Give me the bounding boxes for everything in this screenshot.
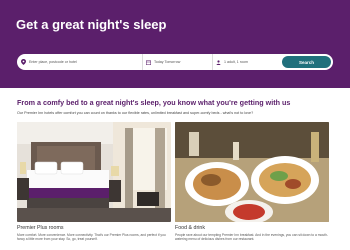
section-intro: Our Premier Inn hotels offer comfort you… [17, 111, 254, 115]
hero-banner: Get a great night's sleep Enter place, p… [0, 0, 350, 88]
search-button[interactable]: Search [282, 56, 331, 68]
bedroom-image [17, 122, 171, 222]
card-premier-plus[interactable]: Premier Plus rooms More comfort. More co… [17, 122, 171, 242]
food-image [175, 122, 329, 222]
hero-title: Get a great night's sleep [16, 17, 167, 32]
card-title[interactable]: Food & drink [175, 225, 329, 231]
dates-value: Today Tomorrow [154, 60, 181, 64]
search-bar: Enter place, postcode or hotel Today Tom… [17, 54, 333, 70]
rooms-value: 1 adult, 1 room [224, 60, 248, 64]
calendar-icon [146, 60, 151, 65]
card-food-drink[interactable]: Food & drink People rave about our tempt… [175, 122, 329, 242]
card-description: People rave about our tempting Premier I… [175, 233, 329, 242]
food-photo[interactable] [175, 122, 329, 222]
card-description: More comfort. More convenience. More con… [17, 233, 166, 242]
location-pin-icon [21, 59, 26, 65]
card-title[interactable]: Premier Plus rooms [17, 225, 171, 231]
section-headline: From a comfy bed to a great night's slee… [17, 98, 291, 107]
location-field[interactable]: Enter place, postcode or hotel [21, 54, 141, 70]
person-icon [216, 59, 221, 65]
dates-field[interactable]: Today Tomorrow [142, 54, 204, 70]
location-input[interactable]: Enter place, postcode or hotel [29, 60, 77, 64]
main-content: From a comfy bed to a great night's slee… [17, 98, 333, 115]
bedroom-photo[interactable] [17, 122, 171, 222]
